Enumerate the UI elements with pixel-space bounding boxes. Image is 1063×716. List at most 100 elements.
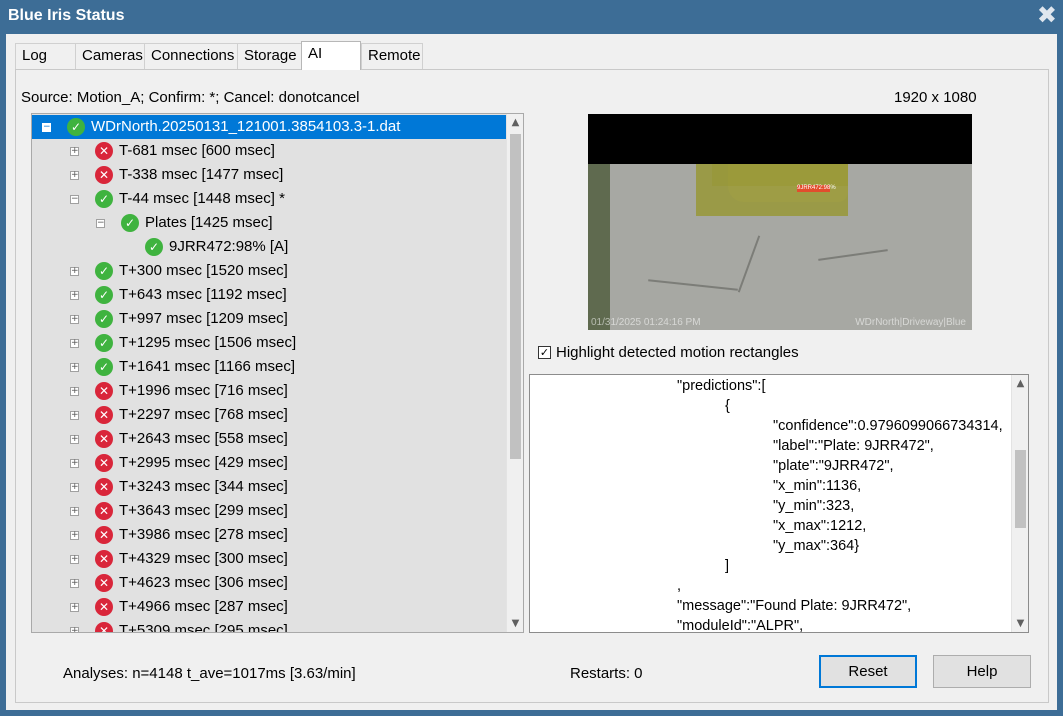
tab-label: Connections: [151, 47, 235, 64]
json-line: {: [725, 398, 730, 414]
tree-row-label: T+3243 msec [344 msec]: [119, 478, 288, 495]
x-circle-icon: ✕: [95, 574, 113, 592]
expand-icon[interactable]: +: [70, 531, 79, 540]
json-line: "confidence":0.9796099066734314,: [773, 418, 1003, 434]
tree-row-label: T+1996 msec [716 msec]: [119, 382, 288, 399]
checkbox-label: Highlight detected motion rectangles: [556, 344, 799, 361]
tree-row[interactable]: − ✓ Plates [1425 msec]: [32, 211, 507, 235]
title-bar: Blue Iris Status ✖: [0, 0, 1063, 34]
tree-row-label: T+1295 msec [1506 msec]: [119, 334, 297, 351]
expand-icon[interactable]: +: [70, 459, 79, 468]
tab-ai[interactable]: AI: [301, 41, 361, 70]
expand-icon[interactable]: +: [70, 627, 79, 632]
analysis-image: 9JRR472:98% 01/31/2025 01:24:16 PM WDrNo…: [588, 114, 972, 330]
expand-icon[interactable]: +: [70, 339, 79, 348]
tree-row[interactable]: + ✕ T+1996 msec [716 msec]: [32, 379, 507, 403]
plate-detection-box: 9JRR472:98%: [797, 185, 836, 192]
checkbox-checked-icon[interactable]: ✓: [538, 346, 551, 359]
scroll-down-icon[interactable]: ▼: [1012, 615, 1028, 632]
check-circle-icon: ✓: [145, 238, 163, 256]
tree-row[interactable]: + ✕ T+3243 msec [344 msec]: [32, 475, 507, 499]
tree-row[interactable]: − ✓ T-44 msec [1448 msec] *: [32, 187, 507, 211]
tree-row[interactable]: + ✕ T+2643 msec [558 msec]: [32, 427, 507, 451]
tree-row[interactable]: + ✓ T+1295 msec [1506 msec]: [32, 331, 507, 355]
tab-label: Cameras: [82, 47, 143, 64]
tree-row[interactable]: + ✓ T+997 msec [1209 msec]: [32, 307, 507, 331]
expand-icon[interactable]: +: [70, 435, 79, 444]
tree-row[interactable]: + ✕ T+3643 msec [299 msec]: [32, 499, 507, 523]
close-icon[interactable]: ✖: [1037, 2, 1057, 30]
expand-icon[interactable]: +: [70, 291, 79, 300]
tab-log[interactable]: Log: [15, 43, 77, 69]
x-circle-icon: ✕: [95, 430, 113, 448]
json-line: "plate":"9JRR472",: [773, 458, 894, 474]
x-circle-icon: ✕: [95, 526, 113, 544]
expand-icon[interactable]: +: [70, 579, 79, 588]
expand-icon[interactable]: +: [70, 267, 79, 276]
json-line: ]: [725, 558, 730, 574]
tree-row[interactable]: + ✓ T+300 msec [1520 msec]: [32, 259, 507, 283]
scroll-down-icon[interactable]: ▼: [507, 615, 523, 632]
expand-icon[interactable]: +: [70, 387, 79, 396]
expand-icon[interactable]: +: [70, 411, 79, 420]
scroll-up-icon[interactable]: ▲: [1012, 375, 1028, 392]
expand-icon[interactable]: +: [70, 363, 79, 372]
scroll-thumb[interactable]: [1015, 450, 1026, 528]
expand-icon[interactable]: +: [70, 555, 79, 564]
window-title: Blue Iris Status: [8, 7, 125, 24]
source-line: Source: Motion_A; Confirm: *; Cancel: do…: [21, 89, 360, 106]
expand-icon[interactable]: +: [70, 171, 79, 180]
json-scrollbar[interactable]: ▲ ▼: [1011, 375, 1028, 632]
tree-row[interactable]: + ✕ T+2995 msec [429 msec]: [32, 451, 507, 475]
tree-row-label: T-44 msec [1448 msec] *: [119, 190, 285, 207]
tree-row-label: T-338 msec [1477 msec]: [119, 166, 284, 183]
x-circle-icon: ✕: [95, 454, 113, 472]
tree-row[interactable]: + ✕ T+4329 msec [300 msec]: [32, 547, 507, 571]
tree-row[interactable]: + ✕ T+4966 msec [287 msec]: [32, 595, 507, 619]
tree-row[interactable]: + ✓ T+643 msec [1192 msec]: [32, 283, 507, 307]
tree-scrollbar[interactable]: ▲ ▼: [506, 114, 523, 632]
json-line: "y_max":364}: [773, 538, 860, 554]
collapse-icon[interactable]: −: [42, 123, 51, 132]
tree-row[interactable]: + ✕ T+4623 msec [306 msec]: [32, 571, 507, 595]
tree-row[interactable]: + ✓ T+1641 msec [1166 msec]: [32, 355, 507, 379]
check-circle-icon: ✓: [95, 190, 113, 208]
expand-icon[interactable]: +: [70, 603, 79, 612]
json-line: ,: [677, 578, 682, 594]
tree-row[interactable]: + ✕ T-681 msec [600 msec]: [32, 139, 507, 163]
check-circle-icon: ✓: [121, 214, 139, 232]
check-circle-icon: ✓: [95, 334, 113, 352]
json-line: "predictions":[: [677, 378, 766, 394]
expand-icon[interactable]: +: [70, 507, 79, 516]
json-line: "y_min":323,: [773, 498, 855, 514]
tree-row[interactable]: + ✕ T+3986 msec [278 msec]: [32, 523, 507, 547]
x-circle-icon: ✕: [95, 406, 113, 424]
tree-row[interactable]: + ✕ T+5309 msec [295 msec]: [32, 619, 507, 632]
expand-icon[interactable]: +: [70, 315, 79, 324]
tab-label: Storage: [244, 47, 297, 64]
tree-row-label: WDrNorth.20250131_121001.3854103.3-1.dat: [88, 117, 404, 137]
help-button[interactable]: Help: [933, 655, 1031, 688]
expand-icon[interactable]: +: [70, 483, 79, 492]
tree-row-label: T+643 msec [1192 msec]: [119, 286, 287, 303]
expand-icon[interactable]: +: [70, 147, 79, 156]
scroll-up-icon[interactable]: ▲: [507, 114, 523, 131]
reset-button[interactable]: Reset: [819, 655, 917, 688]
tab-connections[interactable]: Connections: [144, 43, 239, 69]
tab-cameras[interactable]: Cameras: [75, 43, 146, 69]
tree-row[interactable]: ✓ 9JRR472:98% [A]: [32, 235, 507, 259]
tree-row-label: T-681 msec [600 msec]: [119, 142, 275, 159]
collapse-icon[interactable]: −: [70, 195, 79, 204]
camera-watermark: WDrNorth|Driveway|Blue: [855, 317, 966, 328]
tree-row-label: T+3643 msec [299 msec]: [119, 502, 288, 519]
tree-row[interactable]: + ✕ T-338 msec [1477 msec]: [32, 163, 507, 187]
tab-storage[interactable]: Storage: [237, 43, 303, 69]
json-response-view[interactable]: "predictions":[ { "confidence":0.979609906…: [529, 374, 1029, 633]
scroll-thumb[interactable]: [510, 134, 521, 459]
tab-remote[interactable]: Remote: [361, 43, 423, 69]
collapse-icon[interactable]: −: [96, 219, 105, 228]
tree-row[interactable]: − ✓ WDrNorth.20250131_121001.3854103.3-1.d…: [32, 115, 507, 139]
analysis-tree[interactable]: − ✓ WDrNorth.20250131_121001.3854103.3-1.d…: [31, 113, 524, 633]
tab-label: AI: [308, 45, 323, 62]
tree-row[interactable]: + ✕ T+2297 msec [768 msec]: [32, 403, 507, 427]
